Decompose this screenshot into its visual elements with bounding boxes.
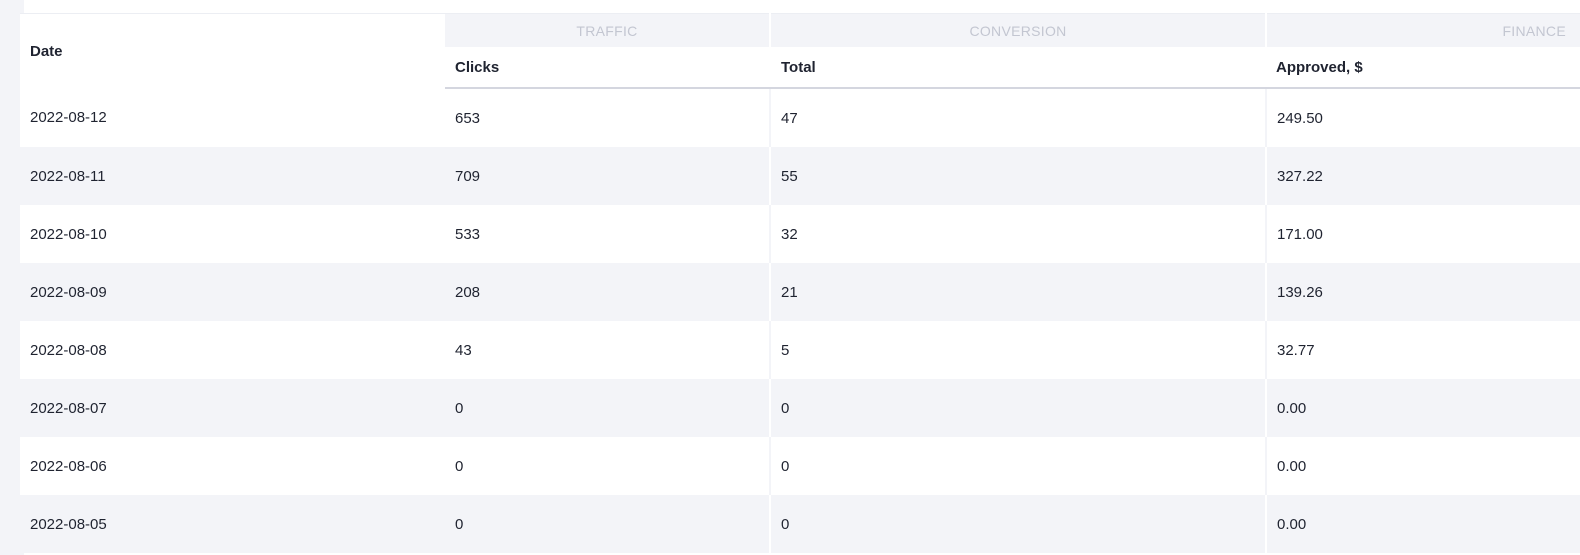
cell-approved: 0.00 [1266, 437, 1580, 495]
cell-total: 0 [770, 437, 1267, 495]
table-row: 2022-08-09 208 21 139.26 [20, 263, 1580, 321]
cell-date: 2022-08-11 [20, 147, 445, 205]
page: Date TRAFFIC CONVERSION FINANCE Clicks T… [0, 0, 1580, 555]
table-row: 2022-08-12 653 47 249.50 [20, 88, 1580, 147]
cell-clicks: 653 [445, 88, 771, 147]
cell-date: 2022-08-10 [20, 205, 445, 263]
cell-date: 2022-08-06 [20, 437, 445, 495]
column-header-clicks[interactable]: Clicks [445, 47, 771, 89]
group-header-conversion: CONVERSION [770, 13, 1267, 47]
cell-total: 55 [770, 147, 1267, 205]
cell-clicks: 43 [445, 321, 771, 379]
column-header-date[interactable]: Date [20, 13, 445, 88]
cell-date: 2022-08-12 [20, 88, 445, 147]
column-header-approved[interactable]: Approved, $ [1266, 47, 1580, 89]
group-header-finance: FINANCE [1266, 13, 1580, 47]
table-header: Date TRAFFIC CONVERSION FINANCE Clicks T… [20, 13, 1580, 89]
cell-total: 0 [770, 495, 1267, 553]
table-row: 2022-08-07 0 0 0.00 [20, 379, 1580, 437]
column-header-total[interactable]: Total [770, 47, 1266, 89]
cell-total: 5 [770, 321, 1267, 379]
table-row: 2022-08-10 533 32 171.00 [20, 205, 1580, 263]
cell-total: 32 [770, 205, 1267, 263]
cell-approved: 249.50 [1266, 88, 1580, 147]
cell-date: 2022-08-08 [20, 321, 445, 379]
cell-approved: 327.22 [1266, 147, 1580, 205]
cell-approved: 139.26 [1266, 263, 1580, 321]
cell-clicks: 0 [445, 379, 771, 437]
cell-total: 0 [770, 379, 1267, 437]
cell-approved: 32.77 [1266, 321, 1580, 379]
cell-date: 2022-08-09 [20, 263, 445, 321]
cell-clicks: 0 [445, 437, 771, 495]
table-row: 2022-08-05 0 0 0.00 [20, 495, 1580, 553]
table-row: 2022-08-08 43 5 32.77 [20, 321, 1580, 379]
cell-approved: 0.00 [1266, 379, 1580, 437]
group-header-traffic: TRAFFIC [445, 13, 771, 47]
cell-clicks: 533 [445, 205, 771, 263]
group-header-row: Date TRAFFIC CONVERSION FINANCE [20, 13, 1580, 88]
cell-clicks: 0 [445, 495, 771, 553]
cell-approved: 171.00 [1266, 205, 1580, 263]
cell-date: 2022-08-05 [20, 495, 445, 553]
cell-clicks: 208 [445, 263, 771, 321]
cell-total: 47 [770, 88, 1267, 147]
cell-approved: 0.00 [1266, 495, 1580, 553]
cell-total: 21 [770, 263, 1267, 321]
statistics-table: Date TRAFFIC CONVERSION FINANCE Clicks T… [20, 13, 1580, 553]
cell-date: 2022-08-07 [20, 379, 445, 437]
table-row: 2022-08-11 709 55 327.22 [20, 147, 1580, 205]
table-body: 2022-08-12 653 47 249.50 2022-08-11 709 … [20, 88, 1580, 553]
cell-clicks: 709 [445, 147, 771, 205]
table-row: 2022-08-06 0 0 0.00 [20, 437, 1580, 495]
